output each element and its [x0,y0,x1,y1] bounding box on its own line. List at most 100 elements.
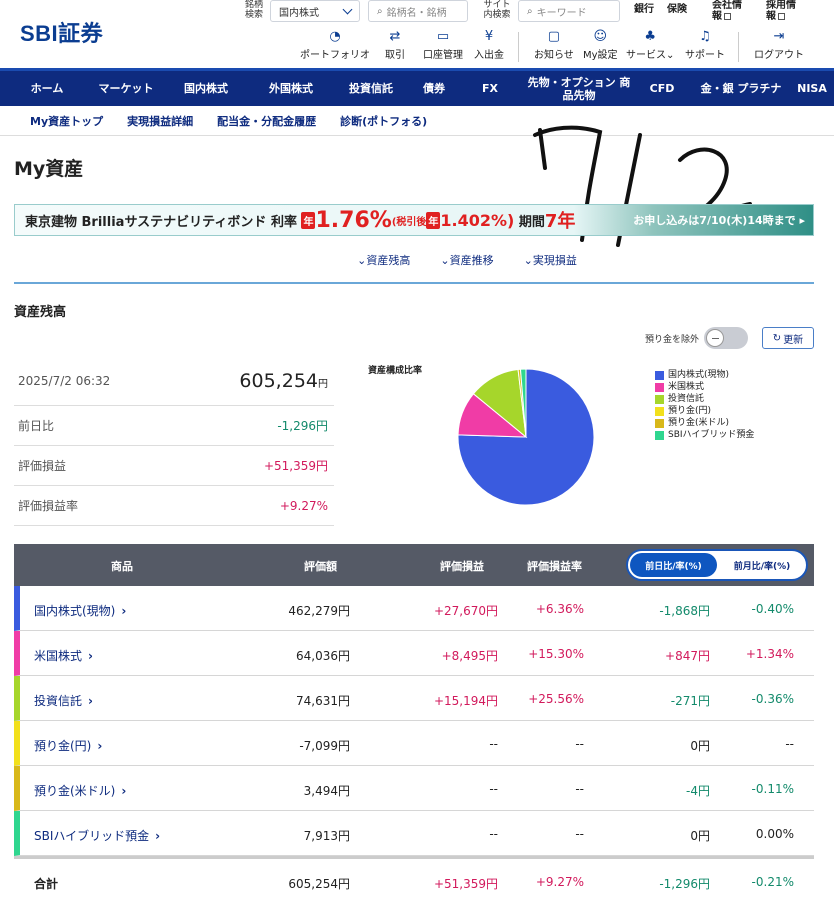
product-link[interactable]: SBIハイブリッド預金 [34,827,160,844]
service-tool[interactable]: ♣ サービス⌄ [626,30,675,62]
nav-fx[interactable]: FX [454,71,526,106]
subnav-my-assets[interactable]: My資産トップ [30,113,103,129]
portfolio-tool[interactable]: ◔ ポートフォリオ [300,29,370,62]
my-settings-label: My設定 [583,50,618,61]
subnav-realized-pl[interactable]: 実現損益詳細 [127,113,193,129]
chevron-down-icon: ⌄ [666,50,675,61]
nav-nisa[interactable]: NISA [790,71,834,106]
account-tool[interactable]: ▭ 口座管理 [423,30,463,62]
row-value: 7,913円 [303,829,350,843]
anchor-realized[interactable]: ⌄実現損益 [524,252,577,268]
row-change: -271円 [670,694,710,708]
nav-domestic-stock[interactable]: 国内株式 [158,71,254,106]
logout-label: ログアウト [754,50,804,61]
banner-after-tax: (税引後 [391,216,427,228]
nav-foreign-stock[interactable]: 外国株式 [254,71,328,106]
row-change-rate: -- [785,737,794,751]
nav-bond[interactable]: 債券 [414,71,454,106]
nav-home[interactable]: ホーム [0,71,94,106]
legend-item: 預り金(円) [655,405,754,417]
row-plr: -- [575,827,584,841]
legend-swatch [655,406,664,416]
exclude-deposit-label: 預り金を除外 [645,335,700,345]
row-change-rate: 0.00% [755,827,794,841]
banner-years: 7年 [544,211,576,232]
stock-search-label: 銘柄検索 [244,0,263,20]
stock-search-input[interactable]: ⌕ 銘柄名・銘柄 [368,0,468,22]
external-link-icon [778,12,785,20]
legend-label: 預り金(円) [668,406,712,416]
external-link-icon [724,12,731,20]
insurance-link[interactable]: 保険 [667,4,687,15]
row-value: 3,494円 [303,784,350,798]
promo-banner[interactable]: 東京建物 Brilliaサステナビリティボンド 利率 年 1.76% (税引後 … [14,204,814,236]
total-change-rate: -0.21% [751,875,794,889]
subnav-diagnosis[interactable]: 診断(ポトフォる) [340,113,427,129]
deposit-tool[interactable]: ¥ 入出金 [474,29,504,62]
row-change: +847円 [665,649,710,663]
product-link[interactable]: 米国株式 [34,647,93,664]
anchor-balance[interactable]: ⌄資産残高 [357,252,410,268]
summary-total: 605,254円 [239,370,328,392]
legend-item: 預り金(米ドル) [655,417,754,429]
table-row: 預り金(米ドル) 3,494円 -- -- -4円 -0.11% [14,766,814,811]
summary-row: 前日比 -1,296円 [14,406,334,446]
my-settings-tool[interactable]: ☺ My設定 [583,30,618,62]
nav-market[interactable]: マーケット [94,71,158,106]
row-value: 74,631円 [296,694,350,708]
legend-item: 投資信託 [655,393,754,405]
portfolio-label: ポートフォリオ [300,50,370,61]
anchor-trend[interactable]: ⌄資産推移 [440,252,493,268]
row-change: -4円 [686,784,710,798]
table-row: 預り金(円) -7,099円 -- -- 0円 -- [14,721,814,766]
banner-tag: 年 [301,211,316,229]
company-info-link[interactable]: 会社情報 [712,0,746,22]
row-plr: +25.56% [528,692,584,706]
trade-label: 取引 [385,50,405,61]
market-select-value: 国内株式 [279,7,319,19]
sbi-logo[interactable]: SBI証券 [20,16,103,48]
product-link[interactable]: 投資信託 [34,692,93,709]
site-search-input[interactable]: ⌕ キーワード [518,0,620,22]
nav-futures[interactable]: 先物・オプション 商品先物 [526,71,632,106]
pie-chart-icon: ◔ [329,29,341,44]
nav-gold[interactable]: 金・銀 プラチナ [692,71,790,106]
row-pl: -- [489,737,498,751]
row-change: 0円 [690,739,710,753]
row-value: -7,099円 [299,739,350,753]
notice-tool[interactable]: ▢ お知らせ [534,30,574,62]
nav-fund[interactable]: 投資信託 [328,71,414,106]
legend-label: 投資信託 [668,394,705,404]
summary-label: 評価損益 [18,459,67,473]
market-select[interactable]: 国内株式 [270,0,360,22]
summary-row: 評価損益率 +9.27% [14,486,334,526]
refresh-button[interactable]: ↻ 更新 [762,327,814,349]
row-change: -1,868円 [659,604,710,618]
summary-value: +9.27% [279,498,328,513]
table-header: 商品 評価額 評価損益 評価損益率 前日比/率(%) 前月比/率(%) [14,544,814,586]
product-link[interactable]: 預り金(円) [34,737,102,754]
yen-icon: ¥ [484,29,494,44]
legend-swatch [655,370,664,380]
monthly-change-tab[interactable]: 前月比/率(%) [720,553,804,577]
legend-swatch [655,430,664,440]
nav-cfd[interactable]: CFD [632,71,692,106]
summary-label: 評価損益率 [18,499,79,513]
deposit-label: 入出金 [474,50,504,61]
product-link[interactable]: 預り金(米ドル) [34,782,126,799]
site-search-label: サイト内検索 [483,0,511,20]
legend-swatch [655,418,664,428]
swap-icon: ⇄ [389,29,401,44]
summary-total-value: 605,254 [239,369,318,392]
product-link[interactable]: 国内株式(現物) [34,602,126,619]
banner-cta: お申し込みは7/10(木)14時まで ▸ [633,214,805,227]
subnav-dividends[interactable]: 配当金・分配金履歴 [217,113,316,129]
page-title: My資産 [14,158,84,180]
trade-tool[interactable]: ⇄ 取引 [385,29,405,62]
logout-tool[interactable]: ⇥ ログアウト [754,30,804,62]
daily-change-tab[interactable]: 前日比/率(%) [630,553,717,577]
exclude-deposit-toggle[interactable] [704,327,748,349]
recruit-link[interactable]: 採用情報 [766,0,800,22]
support-tool[interactable]: ♫ サポート [685,30,725,62]
bank-link[interactable]: 銀行 [634,4,654,15]
